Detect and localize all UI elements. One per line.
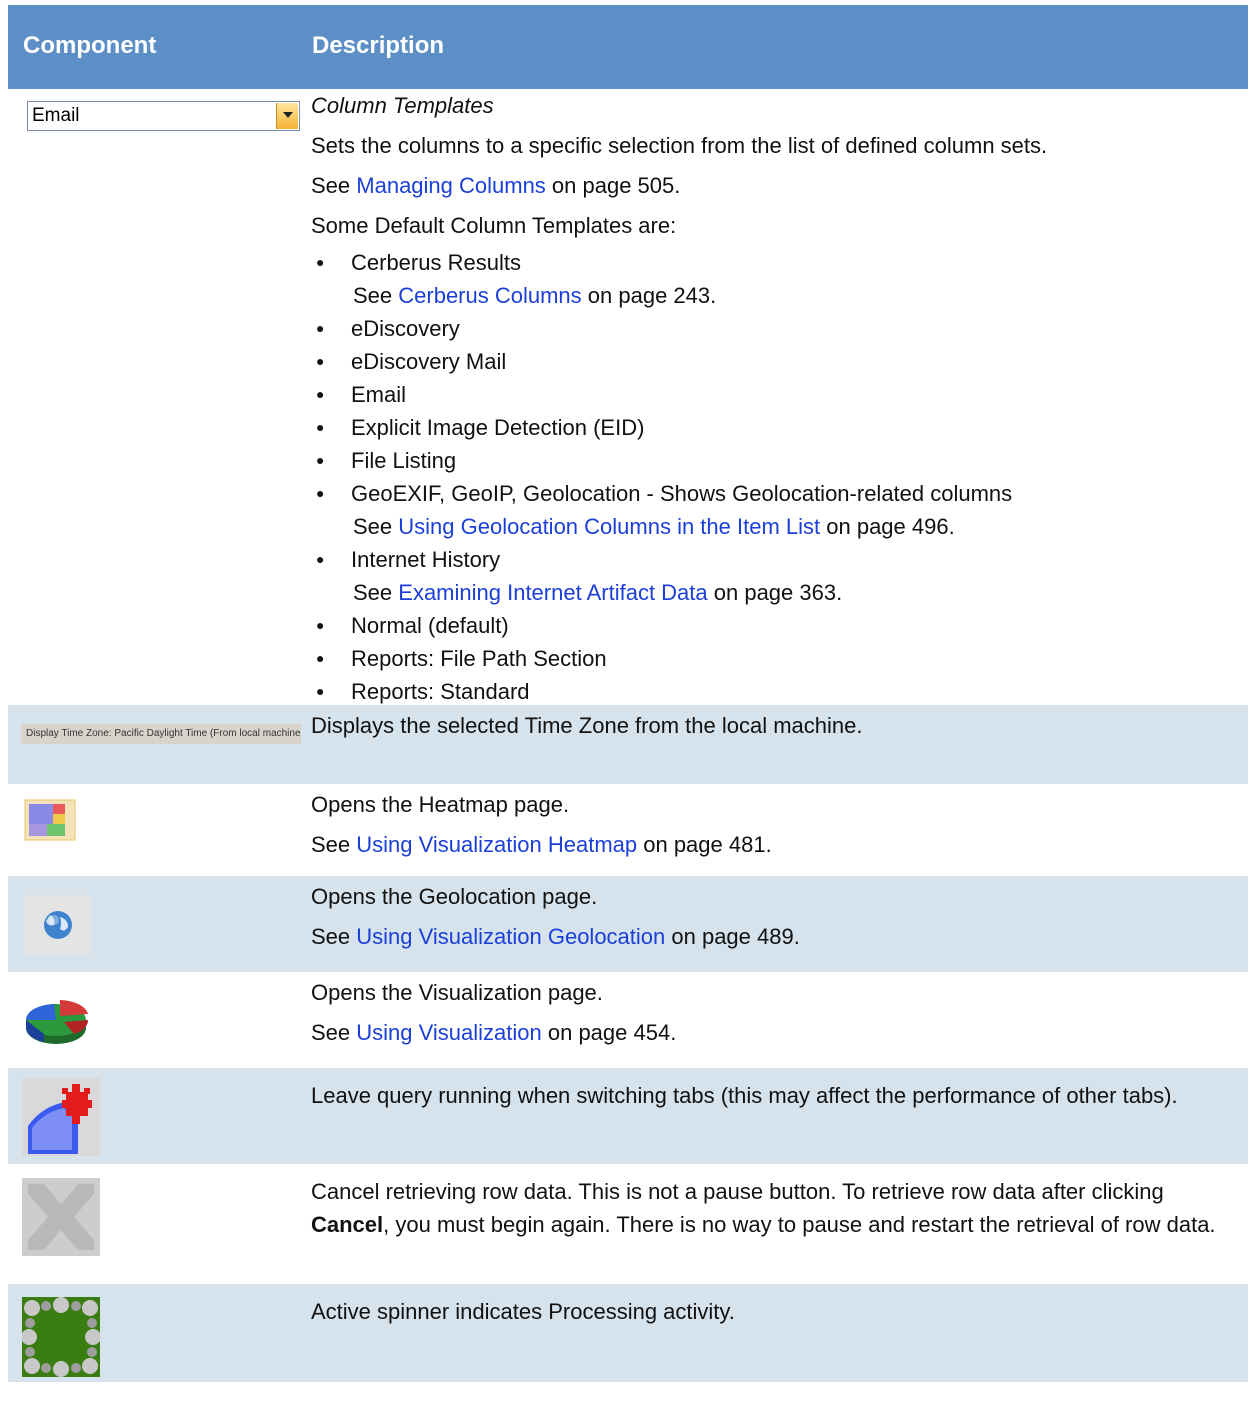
list-item: eDiscovery (316, 312, 1238, 345)
list-item: Internet HistorySee Examining Internet A… (316, 543, 1238, 609)
leave-running-icon[interactable] (22, 1078, 100, 1162)
table-row-visualization: Opens the Visualization page. See Using … (8, 972, 1248, 1068)
see-reference: See Using Visualization on page 454. (311, 1020, 677, 1045)
link-managing-columns[interactable]: Managing Columns (356, 173, 546, 198)
see-reference: See Using Visualization Heatmap on page … (311, 832, 772, 857)
link-visualization[interactable]: Using Visualization (356, 1020, 541, 1045)
table-row-spinner: Active spinner indicates Processing acti… (8, 1284, 1248, 1382)
row-description: Active spinner indicates Processing acti… (311, 1299, 735, 1324)
row-intro: Some Default Column Templates are: (311, 213, 677, 238)
row-description: Opens the Visualization page. (311, 980, 603, 1005)
list-item: eDiscovery Mail (316, 345, 1238, 378)
list-item: Normal (default) (316, 609, 1238, 642)
link-cerberus-columns[interactable]: Cerberus Columns (398, 283, 581, 308)
list-item: Reports: Standard (316, 675, 1238, 708)
component-table: Component Description Email Column Templ… (8, 5, 1248, 1382)
list-item: GeoEXIF, GeoIP, Geolocation - Shows Geol… (316, 477, 1238, 543)
row-description: Displays the selected Time Zone from the… (311, 713, 863, 738)
globe-icon[interactable] (24, 895, 91, 961)
cancel-bold: Cancel (311, 1212, 384, 1237)
spinner-icon (21, 1297, 101, 1383)
pie-chart-icon[interactable] (24, 990, 89, 1056)
row-description: Opens the Geolocation page. (311, 884, 598, 909)
table-row-heatmap: Opens the Heatmap page. See Using Visual… (8, 784, 1248, 876)
list-item: Email (316, 378, 1238, 411)
see-reference: See Managing Columns on page 505. (311, 173, 681, 198)
table-header: Component Description (8, 5, 1248, 89)
list-item: Reports: File Path Section (316, 642, 1238, 675)
link-visualization-heatmap[interactable]: Using Visualization Heatmap (356, 832, 637, 857)
table-row-timezone: Display Time Zone: Pacific Daylight Time… (8, 705, 1248, 784)
row-description: Leave query running when switching tabs … (311, 1083, 1178, 1108)
table-row-column-templates: Email Column Templates Sets the columns … (8, 89, 1248, 708)
list-item: Cerberus ResultsSee Cerberus Columns on … (316, 246, 1238, 312)
link-geolocation-columns[interactable]: Using Geolocation Columns in the Item Li… (398, 514, 820, 539)
dropdown-value: Email (32, 105, 80, 126)
table-row-geolocation: Opens the Geolocation page. See Using Vi… (8, 876, 1248, 972)
see-reference: See Using Visualization Geolocation on p… (311, 924, 800, 949)
row-title: Column Templates (311, 93, 494, 118)
chevron-down-icon[interactable] (276, 103, 298, 129)
table-row-cancel: Cancel retrieving row data. This is not … (8, 1164, 1248, 1284)
table-row-leave-running: Leave query running when switching tabs … (8, 1068, 1248, 1164)
header-component: Component (23, 32, 157, 59)
row-description: Cancel retrieving row data. This is not … (311, 1179, 1216, 1237)
header-description: Description (312, 32, 445, 59)
heatmap-icon[interactable] (24, 799, 76, 847)
cancel-x-icon[interactable] (22, 1178, 100, 1262)
link-visualization-geolocation[interactable]: Using Visualization Geolocation (356, 924, 665, 949)
column-template-dropdown[interactable]: Email (27, 101, 300, 131)
list-item: Explicit Image Detection (EID) (316, 411, 1238, 444)
timezone-bar: Display Time Zone: Pacific Daylight Time… (21, 724, 301, 744)
row-text: Sets the columns to a specific selection… (311, 133, 1048, 158)
row-description: Opens the Heatmap page. (311, 792, 570, 817)
template-list: Cerberus ResultsSee Cerberus Columns on … (316, 246, 1238, 708)
link-internet-artifact[interactable]: Examining Internet Artifact Data (398, 580, 707, 605)
list-item: File Listing (316, 444, 1238, 477)
